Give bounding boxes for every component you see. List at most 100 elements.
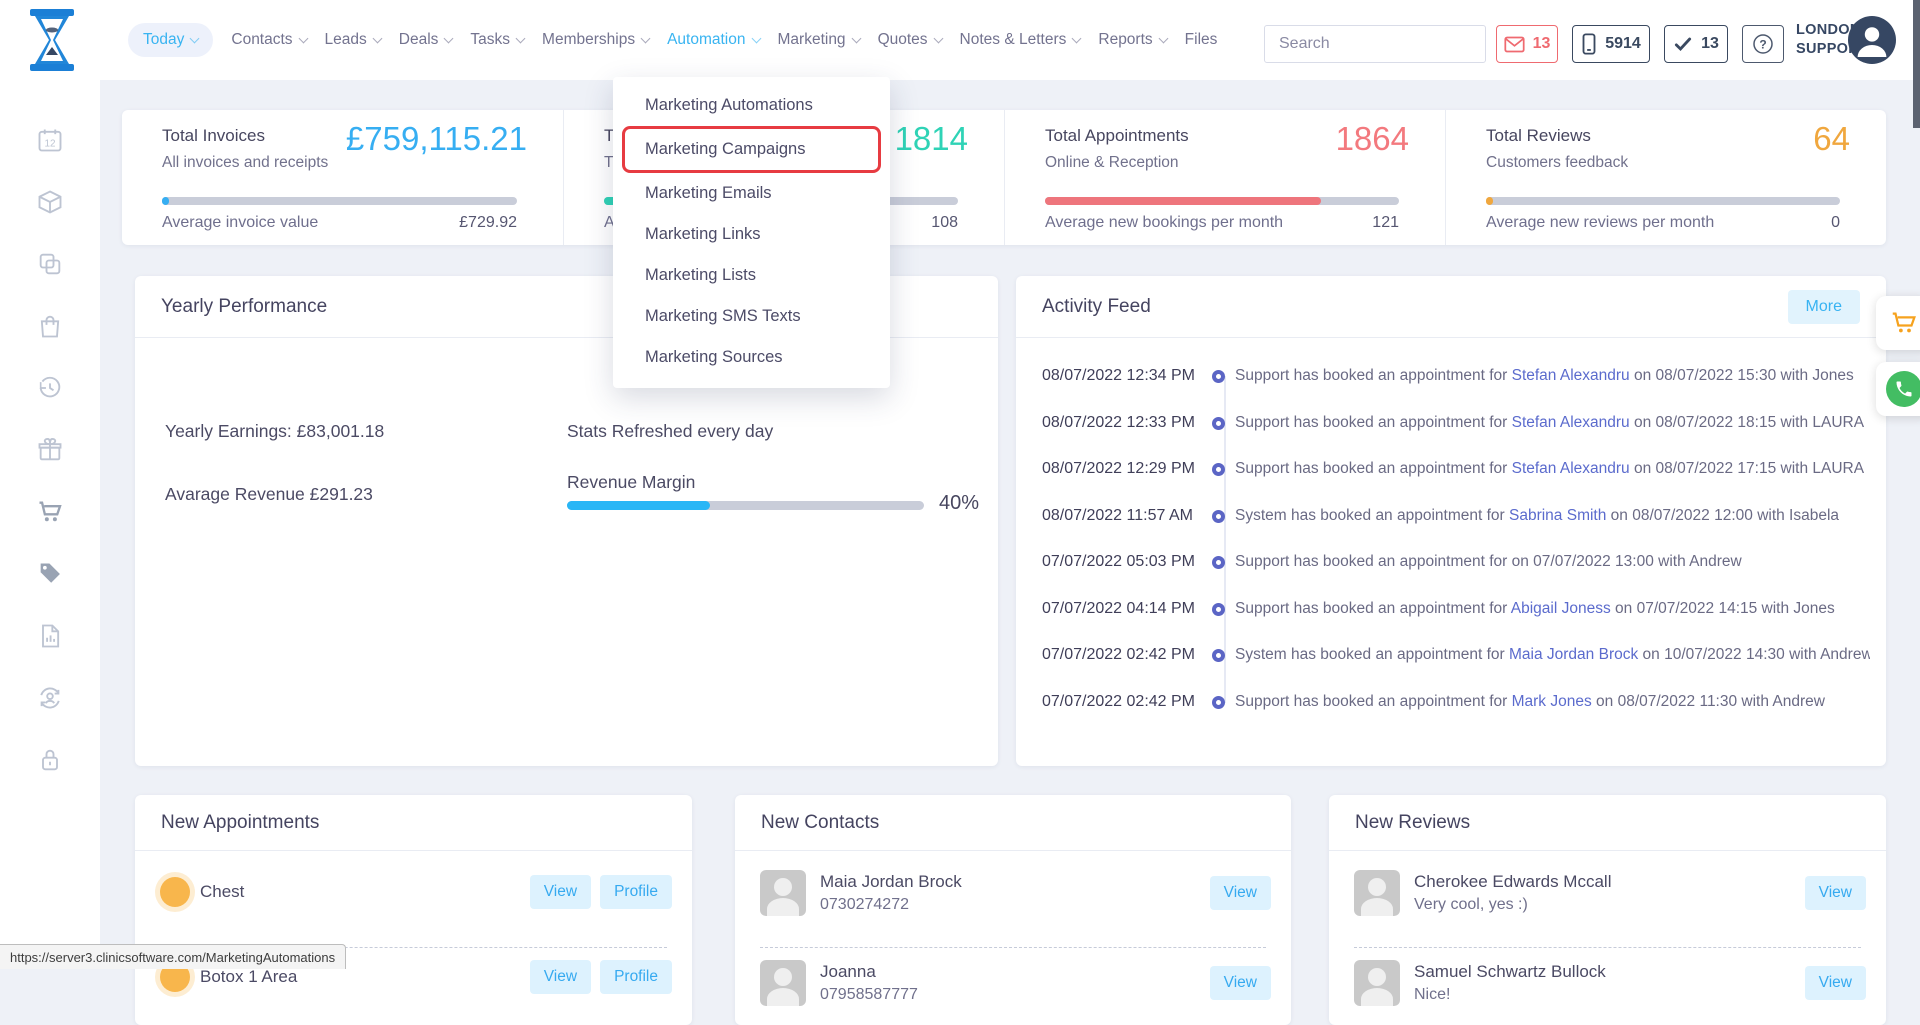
- feed-text: System has booked an appointment for Sab…: [1235, 507, 1870, 525]
- profile-button[interactable]: Profile: [600, 875, 672, 909]
- feed-client-link[interactable]: Sabrina Smith: [1509, 507, 1606, 524]
- feed-time: 07/07/2022 02:42 PM: [1042, 646, 1212, 664]
- envelope-icon: [1504, 36, 1525, 53]
- stat-subtitle: Customers feedback: [1486, 154, 1628, 172]
- stat-bottom-value: 0: [1831, 214, 1840, 232]
- top-bar: Today Contacts Leads Deals Tasks Members…: [0, 0, 1920, 80]
- timeline-marker-icon: [1212, 463, 1225, 476]
- calls-badge[interactable]: 5914: [1572, 25, 1650, 63]
- nav-label: Memberships: [542, 31, 635, 49]
- dropdown-item-marketing-sms-texts[interactable]: Marketing SMS Texts: [613, 296, 890, 337]
- tasks-badge[interactable]: 13: [1664, 25, 1728, 63]
- shopping-bag-icon[interactable]: [36, 312, 64, 340]
- nav-item-contacts[interactable]: Contacts: [231, 31, 306, 49]
- cart-icon[interactable]: [36, 498, 64, 526]
- nav-item-marketing[interactable]: Marketing: [778, 31, 860, 49]
- stat-value: 1864: [1336, 120, 1409, 158]
- side-toolbar: 12: [0, 80, 100, 969]
- dropdown-item-marketing-emails[interactable]: Marketing Emails: [613, 173, 890, 214]
- nav-item-notes-letters[interactable]: Notes & Letters: [960, 31, 1081, 49]
- report-icon[interactable]: [36, 622, 64, 650]
- activity-feed-list: 08/07/2022 12:34 PMSupport has booked an…: [1016, 338, 1886, 766]
- stat-value: 64: [1813, 120, 1850, 158]
- reviewer-name: Cherokee Edwards Mccall: [1414, 872, 1611, 892]
- view-button[interactable]: View: [1805, 876, 1866, 910]
- nav-label: Today: [143, 31, 184, 49]
- stat-card-total-reviews: Total Reviews Customers feedback 64 Aver…: [1445, 110, 1886, 245]
- view-button[interactable]: View: [530, 960, 591, 994]
- calendar-icon[interactable]: 12: [36, 126, 64, 154]
- chevron-down-icon: [851, 33, 861, 43]
- new-reviews-panel: New Reviews Cherokee Edwards MccallVery …: [1329, 795, 1886, 1025]
- nav-label: Quotes: [878, 31, 928, 49]
- review-row: Cherokee Edwards MccallVery cool, yes :)…: [1354, 865, 1866, 921]
- dropdown-item-marketing-lists[interactable]: Marketing Lists: [613, 255, 890, 296]
- feed-client-link[interactable]: Stefan Alexandru: [1512, 367, 1630, 384]
- messages-badge[interactable]: 13: [1496, 25, 1558, 63]
- more-button[interactable]: More: [1788, 290, 1860, 324]
- view-button[interactable]: View: [530, 875, 591, 909]
- nav-item-reports[interactable]: Reports: [1098, 31, 1166, 49]
- reviewer-name: Samuel Schwartz Bullock: [1414, 962, 1606, 982]
- chevron-down-icon: [516, 33, 526, 43]
- lock-icon[interactable]: [36, 746, 64, 774]
- copy-icon[interactable]: [36, 250, 64, 278]
- view-button[interactable]: View: [1210, 966, 1271, 1000]
- search-input[interactable]: [1265, 26, 1500, 62]
- nav-label: Files: [1185, 31, 1218, 49]
- scrollbar-thumb[interactable]: [1913, 0, 1920, 128]
- nav-item-automation[interactable]: Automation: [667, 31, 759, 49]
- search-box: [1264, 25, 1486, 63]
- profile-button[interactable]: Profile: [600, 960, 672, 994]
- revenue-margin-bar: [567, 501, 924, 510]
- new-appointments-panel: New Appointments Chest View Profile Boto…: [135, 795, 692, 1025]
- tasks-count: 13: [1701, 35, 1719, 53]
- nav-item-deals[interactable]: Deals: [399, 31, 453, 49]
- calls-count: 5914: [1605, 35, 1641, 53]
- nav-item-memberships[interactable]: Memberships: [542, 31, 649, 49]
- user-sync-icon[interactable]: [36, 684, 64, 712]
- feed-client-link[interactable]: Abigail Joness: [1511, 600, 1611, 617]
- gift-icon[interactable]: [36, 436, 64, 464]
- view-button[interactable]: View: [1805, 966, 1866, 1000]
- feed-client-link[interactable]: Maia Jordan Brock: [1509, 646, 1638, 663]
- stat-bottom-label: Average new reviews per month: [1486, 214, 1714, 232]
- reviewer-avatar: [1354, 960, 1400, 1006]
- feed-client-link[interactable]: Stefan Alexandru: [1512, 460, 1630, 477]
- package-icon[interactable]: [36, 188, 64, 216]
- timeline-marker-icon: [1212, 556, 1225, 569]
- feed-client-link[interactable]: Mark Jones: [1512, 693, 1592, 710]
- stat-subtitle: All invoices and receipts: [162, 154, 328, 172]
- revenue-margin-label: Revenue Margin: [567, 472, 695, 493]
- price-tag-icon[interactable]: [36, 560, 64, 588]
- nav-item-quotes[interactable]: Quotes: [878, 31, 942, 49]
- phone-float-button[interactable]: [1876, 362, 1920, 416]
- dropdown-item-marketing-campaigns[interactable]: Marketing Campaigns: [622, 126, 881, 173]
- user-avatar[interactable]: [1848, 16, 1896, 64]
- nav-item-today[interactable]: Today: [128, 23, 213, 57]
- app-logo-hourglass-icon[interactable]: [26, 9, 78, 71]
- view-button[interactable]: View: [1210, 876, 1271, 910]
- average-revenue: Avarage Revenue £291.23: [165, 484, 373, 505]
- contact-phone: 07958587777: [820, 986, 918, 1004]
- cart-float-button[interactable]: [1876, 296, 1920, 350]
- feed-time: 08/07/2022 12:29 PM: [1042, 460, 1212, 478]
- appointment-label: Chest: [200, 882, 244, 902]
- feed-time: 07/07/2022 04:14 PM: [1042, 600, 1212, 618]
- nav-item-files[interactable]: Files: [1185, 31, 1218, 49]
- feed-text: System has booked an appointment for Mai…: [1235, 646, 1870, 664]
- nav-label: Reports: [1098, 31, 1152, 49]
- feed-time: 08/07/2022 12:34 PM: [1042, 367, 1212, 385]
- nav-item-leads[interactable]: Leads: [325, 31, 381, 49]
- dropdown-item-marketing-sources[interactable]: Marketing Sources: [613, 337, 890, 378]
- nav-item-tasks[interactable]: Tasks: [470, 31, 524, 49]
- row-divider: [760, 947, 1266, 948]
- feed-client-link[interactable]: Stefan Alexandru: [1512, 414, 1630, 431]
- history-icon[interactable]: [36, 374, 64, 402]
- dropdown-item-marketing-automations[interactable]: Marketing Automations: [613, 85, 890, 126]
- dropdown-item-marketing-links[interactable]: Marketing Links: [613, 214, 890, 255]
- stat-progress-bar: [162, 197, 517, 205]
- help-button[interactable]: ?: [1742, 25, 1784, 63]
- feed-entry: 07/07/2022 02:42 PM System has booked an …: [1042, 643, 1870, 667]
- chevron-down-icon: [1072, 33, 1082, 43]
